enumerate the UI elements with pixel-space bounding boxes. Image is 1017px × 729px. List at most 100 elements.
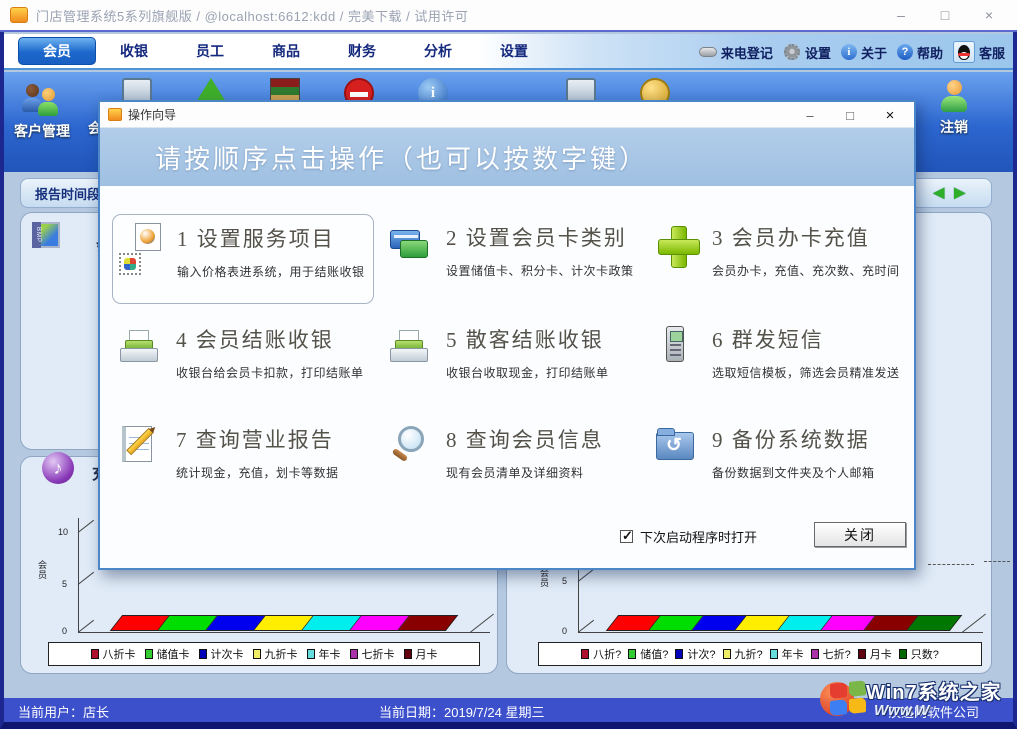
toolbar-customer-label: 客户管理 — [14, 121, 70, 141]
dialog-header-text: 请按顺序点击操作（也可以按数字键） — [100, 139, 648, 176]
window-maximize-button[interactable]: □ — [923, 0, 967, 30]
windows-flag-icon — [830, 680, 868, 718]
wizard-item-title: 4 会员结账收银 — [176, 324, 364, 354]
open-on-startup-checkbox[interactable] — [620, 530, 633, 543]
member-cards-icon — [388, 222, 436, 274]
dialog-minimize-button[interactable]: – — [790, 102, 830, 128]
ytick: 0 — [562, 626, 567, 636]
tab-finance[interactable]: 财务 — [324, 37, 400, 65]
logout-person-icon — [941, 80, 967, 112]
left-chart-legend: 八折卡 储值卡 计次卡 九折卡 年卡 七折卡 月卡 — [48, 642, 480, 666]
open-on-startup-label: 下次启动程序时打开 — [640, 527, 757, 546]
wizard-item-subtitle: 现有会员清单及详细资料 — [446, 464, 604, 481]
magnifier-icon — [388, 424, 436, 476]
legend-swatch — [628, 649, 636, 659]
tab-staff[interactable]: 员工 — [172, 37, 248, 65]
legend-label: 九折卡 — [265, 646, 298, 662]
wizard-item-title: 6 群发短信 — [712, 324, 900, 354]
next-period-button[interactable]: ▶ — [954, 184, 965, 201]
wizard-item-9[interactable]: 9 备份系统数据 备份数据到文件夹及个人邮箱 — [648, 416, 910, 506]
wizard-item-6[interactable]: 6 群发短信 选取短信模板，筛选会员精准发送 — [648, 316, 910, 406]
ytick: 0 — [62, 626, 67, 636]
window-title: 门店管理系统5系列旗舰版 / @localhost:6612:kdd / 完美下… — [36, 6, 468, 25]
menu-call-register[interactable]: 来电登记 — [699, 43, 773, 62]
wizard-item-subtitle: 输入价格表进系统，用于结账收银 — [177, 263, 365, 280]
legend-label: 储值卡 — [157, 646, 190, 662]
tab-goods[interactable]: 商品 — [248, 37, 324, 65]
dialog-icon — [108, 108, 122, 121]
dialog-maximize-button[interactable]: □ — [830, 102, 870, 128]
wizard-dialog: 操作向导 – □ × 请按顺序点击操作（也可以按数字键） 1 设置服务项目 输入… — [98, 100, 916, 570]
tab-analysis[interactable]: 分析 — [400, 37, 476, 65]
wizard-item-5[interactable]: 5 散客结账收银 收银台收取现金，打印结账单 — [382, 316, 644, 406]
wizard-item-subtitle: 收银台给会员卡扣款，打印结账单 — [176, 364, 364, 381]
dialog-header: 请按顺序点击操作（也可以按数字键） — [100, 128, 914, 186]
legend-swatch — [91, 649, 99, 659]
report-period-label: 报告时间段 — [21, 184, 100, 203]
wizard-item-7[interactable]: 7 查询营业报告 统计现金，充值，划卡等数据 — [112, 416, 374, 506]
window-titlebar: 门店管理系统5系列旗舰版 / @localhost:6612:kdd / 完美下… — [0, 0, 1017, 32]
toolbar-logout[interactable]: 注销 — [940, 80, 968, 137]
legend-label: 年卡 — [319, 646, 341, 662]
service-items-icon — [119, 223, 167, 275]
legend-swatch — [350, 649, 358, 659]
wizard-item-title: 2 设置会员卡类别 — [446, 222, 634, 252]
legend-label: 八折卡 — [103, 646, 136, 662]
legend-label: 储值? — [640, 646, 668, 662]
current-user: 当前用户：店长 — [18, 702, 109, 721]
gear-icon — [783, 43, 801, 61]
question-icon: ? — [897, 44, 913, 60]
window-minimize-button[interactable]: – — [879, 0, 923, 30]
wizard-item-2[interactable]: 2 设置会员卡类别 设置储值卡、积分卡、计次卡政策 — [382, 214, 644, 304]
menu-help-label: 帮助 — [917, 43, 943, 62]
bmp-file-icon — [32, 222, 60, 248]
legend-label: 七折? — [823, 646, 851, 662]
dialog-title: 操作向导 — [128, 106, 176, 123]
menu-settings[interactable]: 设置 — [783, 43, 831, 62]
wizard-item-4[interactable]: 4 会员结账收银 收银台给会员卡扣款，打印结账单 — [112, 316, 374, 406]
report-notepad-icon — [118, 424, 166, 476]
watermark-title: Win7系统之家 — [866, 676, 1002, 705]
wizard-item-title: 9 备份系统数据 — [712, 424, 875, 454]
wizard-item-8[interactable]: 8 查询会员信息 现有会员清单及详细资料 — [382, 416, 644, 506]
legend-swatch — [581, 649, 589, 659]
dialog-close-icon[interactable]: × — [870, 102, 910, 128]
left-chart-floor-strips — [116, 615, 452, 631]
right-chart-floor-strips — [612, 615, 956, 631]
legend-swatch — [858, 649, 866, 659]
watermark: Win7系统之家 Www.W — [820, 674, 1017, 729]
music-note-icon: ♪ — [42, 452, 74, 484]
tab-cashier[interactable]: 收银 — [96, 37, 172, 65]
legend-swatch — [899, 649, 907, 659]
toolbar-logout-label: 注销 — [940, 117, 968, 137]
legend-label: 月卡 — [870, 646, 892, 662]
wizard-item-1[interactable]: 1 设置服务项目 输入价格表进系统，用于结账收银 — [112, 214, 374, 304]
menu-help[interactable]: ? 帮助 — [897, 43, 943, 62]
legend-swatch — [770, 649, 778, 659]
legend-swatch — [145, 649, 153, 659]
legend-swatch — [253, 649, 261, 659]
close-button[interactable]: 关闭 — [814, 522, 906, 547]
menu-settings-label: 设置 — [805, 43, 831, 62]
menu-bar: 会员 收银 员工 商品 财务 分析 设置 来电登记 设置 i 关于 ? 帮助 客… — [4, 34, 1013, 70]
info-icon: i — [841, 44, 857, 60]
legend-swatch — [307, 649, 315, 659]
toolbar-customer-management[interactable]: 客户管理 — [14, 82, 70, 141]
up-arrow-icon[interactable] — [196, 78, 226, 102]
window-close-button[interactable]: × — [967, 0, 1011, 30]
legend-label: 计次卡 — [211, 646, 244, 662]
menu-support-label: 客服 — [979, 43, 1005, 62]
phone-icon — [699, 43, 717, 61]
menu-support[interactable]: 客服 — [953, 41, 1005, 63]
wizard-item-title: 1 设置服务项目 — [177, 223, 365, 253]
watermark-url: Www.W — [874, 702, 929, 719]
prev-period-button[interactable]: ◀ — [933, 184, 944, 201]
tab-member[interactable]: 会员 — [18, 37, 96, 65]
legend-label: 月卡 — [416, 646, 438, 662]
printer-icon — [388, 324, 436, 376]
legend-label: 七折卡 — [362, 646, 395, 662]
wizard-item-3[interactable]: 3 会员办卡充值 会员办卡，充值、充次数、充时间 — [648, 214, 910, 304]
menu-about[interactable]: i 关于 — [841, 43, 887, 62]
legend-swatch — [811, 649, 819, 659]
tab-settings[interactable]: 设置 — [476, 37, 552, 65]
